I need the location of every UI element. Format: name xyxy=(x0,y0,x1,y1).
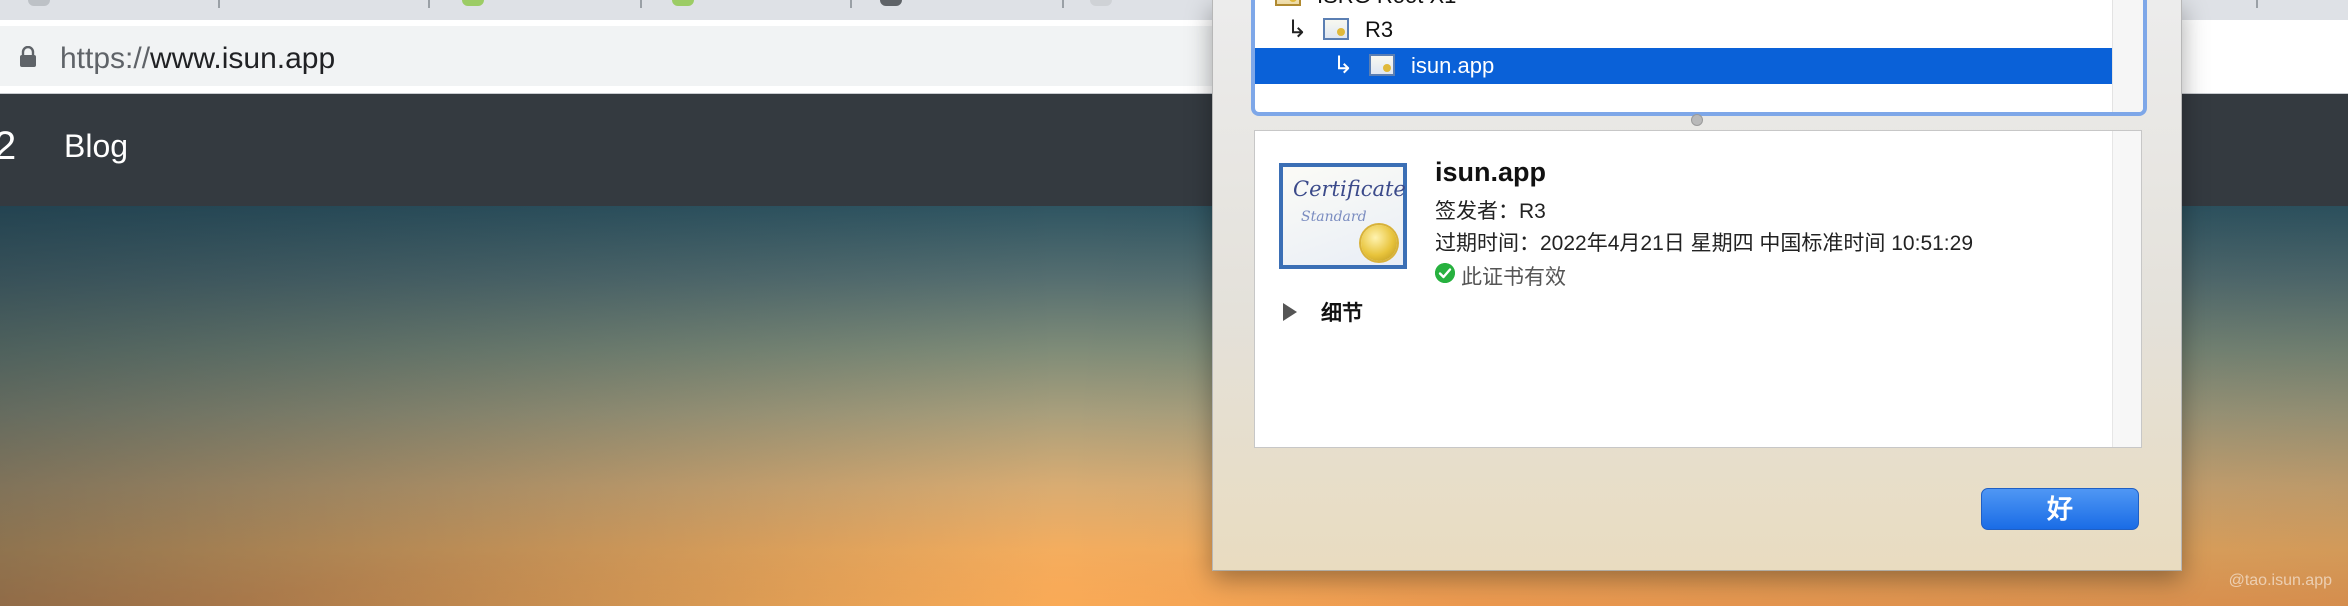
site-brand[interactable]: 2 xyxy=(0,126,16,166)
disclosure-triangle-icon[interactable] xyxy=(1283,303,1297,321)
certificate-detail-panel: Certificate Standard isun.app 签发者：R3 过期时… xyxy=(1254,130,2142,448)
certificate-chain-tree[interactable]: ISRG Root X1 ↳ R3 ↳ isun.app xyxy=(1251,0,2147,116)
tab-favicon-icon xyxy=(28,0,50,6)
address-bar[interactable]: https://www.isun.app xyxy=(0,26,1260,86)
tab-favicon-icon xyxy=(462,0,484,6)
detail-scrollbar[interactable] xyxy=(2112,131,2141,447)
tab-separator xyxy=(640,0,642,8)
cert-icon xyxy=(1369,54,1395,76)
lock-icon[interactable] xyxy=(18,46,38,68)
issuer-line: 签发者：R3 xyxy=(1435,200,1546,223)
cert-icon xyxy=(1323,18,1349,40)
tree-row-intermediate[interactable]: ↳ R3 xyxy=(1255,12,2113,48)
tree-scrollbar[interactable] xyxy=(2112,0,2143,112)
tab-favicon-icon xyxy=(672,0,694,6)
indent-arrow-icon: ↳ xyxy=(1287,16,1308,43)
tree-label-intermediate: R3 xyxy=(1365,17,1394,42)
url-scheme: https:// xyxy=(60,42,151,75)
certificate-dialog: ISRG Root X1 ↳ R3 ↳ isun.app Certificate… xyxy=(1212,0,2182,571)
certificate-name: isun.app xyxy=(1435,157,1547,187)
nav-link-blog[interactable]: Blog xyxy=(64,130,128,162)
certificate-icon-subtitle: Standard xyxy=(1301,209,1367,225)
tab-separator xyxy=(1062,0,1064,8)
details-label: 细节 xyxy=(1321,302,1363,325)
tab-separator xyxy=(428,0,430,8)
url-host: www.isun.app xyxy=(150,42,336,75)
tab-favicon-icon xyxy=(880,0,902,6)
tab-separator xyxy=(2256,0,2258,8)
url-text[interactable]: https://www.isun.app xyxy=(60,42,335,76)
expiry-line: 过期时间：2022年4月21日 星期四 中国标准时间 10:51:29 xyxy=(1435,232,1974,255)
indent-arrow-icon: ↳ xyxy=(1333,52,1354,79)
validity-text: 此证书有效 xyxy=(1461,266,1566,289)
tree-label-leaf: isun.app xyxy=(1411,53,1495,78)
ok-button[interactable]: 好 xyxy=(1981,488,2139,530)
certificate-icon: Certificate Standard xyxy=(1279,163,1407,269)
watermark: @tao.isun.app xyxy=(2228,572,2332,589)
tree-row-leaf[interactable]: ↳ isun.app xyxy=(1255,48,2113,84)
checkmark-icon xyxy=(1435,263,1455,283)
tab-favicon-icon xyxy=(1090,0,1112,6)
seal-icon xyxy=(1361,225,1397,261)
tab-separator xyxy=(218,0,220,8)
tab-separator xyxy=(850,0,852,8)
split-view-handle[interactable] xyxy=(1691,114,1703,126)
certificate-icon-title: Certificate xyxy=(1293,177,1406,201)
root-cert-icon xyxy=(1275,0,1301,6)
